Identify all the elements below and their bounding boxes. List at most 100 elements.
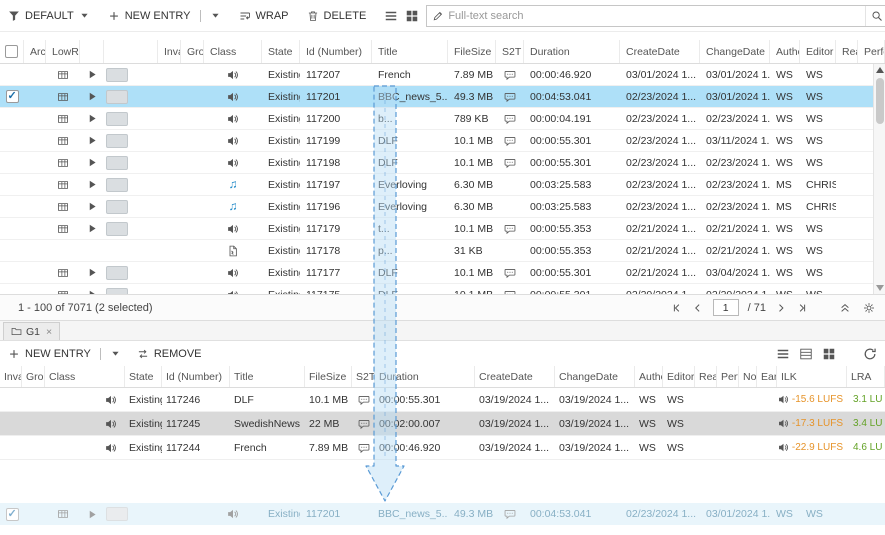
filter-default-button[interactable]: DEFAULT xyxy=(8,10,90,22)
play-icon[interactable] xyxy=(87,91,98,102)
last-page-button[interactable] xyxy=(796,302,808,314)
thumbnail[interactable] xyxy=(106,222,128,236)
thumbnail[interactable] xyxy=(106,68,128,82)
table-row[interactable]: Existing 117200 b... 789 KB 00:00:04.191… xyxy=(0,108,885,130)
col-createdate[interactable]: CreateDate xyxy=(620,40,700,63)
col-title[interactable]: Title xyxy=(230,366,305,387)
col-ilk[interactable]: ILK xyxy=(777,366,847,387)
list-view-icon[interactable] xyxy=(776,347,790,361)
speaker-icon xyxy=(227,69,239,81)
bottom-new-entry-button[interactable]: NEW ENTRY xyxy=(8,348,121,360)
col-title[interactable]: Title xyxy=(372,40,448,63)
next-page-button[interactable] xyxy=(775,302,787,314)
play-icon[interactable] xyxy=(87,69,98,80)
rows-view-icon[interactable] xyxy=(799,347,813,361)
col-s2t[interactable]: S2T xyxy=(496,40,524,63)
table-row[interactable]: Existing 117197 Everloving 6.30 MB 00:03… xyxy=(0,174,885,196)
thumbnail[interactable] xyxy=(106,90,128,104)
close-icon[interactable]: × xyxy=(46,326,52,338)
editor-cell: CHRIS xyxy=(800,201,836,213)
col-changedate[interactable]: ChangeDate xyxy=(700,40,770,63)
table-row[interactable]: Existing 117177 DLF 10.1 MB 00:00:55.301… xyxy=(0,262,885,284)
thumbnail[interactable] xyxy=(106,134,128,148)
grid-view-icon[interactable] xyxy=(822,347,836,361)
tab-g1[interactable]: G1 × xyxy=(3,322,60,340)
gear-icon[interactable] xyxy=(863,302,875,314)
table-row[interactable]: Existing 117198 DLF 10.1 MB 00:00:55.301… xyxy=(0,152,885,174)
col-duration[interactable]: Duration xyxy=(524,40,620,63)
table-row[interactable]: Existing 117207 French 7.89 MB 00:00:46.… xyxy=(0,64,885,86)
col-lowres[interactable]: LowRes xyxy=(46,40,80,63)
table-row[interactable]: Existing 117179 t... 10.1 MB 00:00:55.35… xyxy=(0,218,885,240)
play-icon[interactable] xyxy=(87,223,98,234)
col-id[interactable]: Id (Number) xyxy=(162,366,230,387)
play-icon[interactable] xyxy=(87,179,98,190)
table-row[interactable]: Existing 117199 DLF 10.1 MB 00:00:55.301… xyxy=(0,130,885,152)
col-ears[interactable]: Ears xyxy=(757,366,777,387)
play-icon[interactable] xyxy=(87,267,98,278)
col-grou[interactable]: Grou xyxy=(22,366,45,387)
col-class[interactable]: Class xyxy=(45,366,125,387)
wrap-toggle[interactable]: WRAP xyxy=(239,10,289,22)
scroll-down-icon[interactable] xyxy=(876,285,884,291)
col-state[interactable]: State xyxy=(262,40,300,63)
col-changedate[interactable]: ChangeDate xyxy=(555,366,635,387)
list-view-icon[interactable] xyxy=(384,9,398,23)
table-row[interactable]: Existing 117245 SwedishNews 22 MB 00:02:… xyxy=(0,412,885,436)
table-row[interactable]: Existing 117175 DLF 10.1 MB 00:00:55.301… xyxy=(0,284,885,294)
search-button[interactable] xyxy=(865,6,885,26)
play-icon[interactable] xyxy=(87,135,98,146)
thumbnail[interactable] xyxy=(106,178,128,192)
select-all-checkbox[interactable] xyxy=(5,45,18,58)
col-s2t[interactable]: S2T xyxy=(352,366,375,387)
header-checkbox-cell[interactable] xyxy=(0,40,24,63)
thumbnail[interactable] xyxy=(106,266,128,280)
table-row[interactable]: Existing 117244 French 7.89 MB 00:00:46.… xyxy=(0,436,885,460)
col-author[interactable]: Author xyxy=(635,366,663,387)
row-checkbox[interactable] xyxy=(6,90,19,103)
col-filesize[interactable]: FileSize xyxy=(448,40,496,63)
col-filesize[interactable]: FileSize xyxy=(305,366,352,387)
remove-button[interactable]: REMOVE xyxy=(137,348,202,360)
col-perfe[interactable]: Perfe xyxy=(717,366,739,387)
thumbnail[interactable] xyxy=(106,156,128,170)
col-duration[interactable]: Duration xyxy=(375,366,475,387)
grid-view-icon[interactable] xyxy=(405,9,419,23)
first-page-button[interactable] xyxy=(671,302,683,314)
col-inval[interactable]: Inval xyxy=(0,366,22,387)
prev-page-button[interactable] xyxy=(692,302,704,314)
refresh-icon[interactable] xyxy=(863,347,877,361)
col-grou[interactable]: Grou xyxy=(181,40,204,63)
col-nodi[interactable]: NoDi xyxy=(739,366,757,387)
table-row[interactable]: Existing 117201 BBC_news_5... 49.3 MB 00… xyxy=(0,86,885,108)
table-row[interactable]: Existing 117246 DLF 10.1 MB 00:00:55.301… xyxy=(0,388,885,412)
play-icon[interactable] xyxy=(87,113,98,124)
scrollbar-thumb[interactable] xyxy=(876,78,884,124)
col-class[interactable]: Class xyxy=(204,40,262,63)
vertical-scrollbar[interactable] xyxy=(873,64,885,294)
col-id[interactable]: Id (Number) xyxy=(300,40,372,63)
col-lra[interactable]: LRA xyxy=(847,366,885,387)
search-input[interactable] xyxy=(444,10,865,22)
col-inval[interactable]: Inval xyxy=(158,40,181,63)
delete-button[interactable]: DELETE xyxy=(307,10,367,22)
col-editor[interactable]: Editor xyxy=(800,40,836,63)
table-row[interactable]: Existing 117178 p... 31 KB 00:00:55.353 … xyxy=(0,240,885,262)
col-perfe[interactable]: Perfe xyxy=(858,40,885,63)
scroll-up-icon[interactable] xyxy=(876,67,884,73)
col-author[interactable]: Author xyxy=(770,40,800,63)
col-editor[interactable]: Editor xyxy=(663,366,695,387)
table-row[interactable]: Existing 117196 Everloving 6.30 MB 00:03… xyxy=(0,196,885,218)
thumbnail[interactable] xyxy=(106,112,128,126)
play-icon[interactable] xyxy=(87,157,98,168)
col-state[interactable]: State xyxy=(125,366,162,387)
col-read[interactable]: Read xyxy=(695,366,717,387)
col-archi[interactable]: Archi xyxy=(24,40,46,63)
new-entry-button[interactable]: NEW ENTRY xyxy=(108,10,221,22)
page-input[interactable] xyxy=(713,299,739,316)
col-read[interactable]: Read xyxy=(836,40,858,63)
play-icon[interactable] xyxy=(87,201,98,212)
thumbnail[interactable] xyxy=(106,200,128,214)
col-createdate[interactable]: CreateDate xyxy=(475,366,555,387)
collapse-icon[interactable] xyxy=(839,302,851,314)
